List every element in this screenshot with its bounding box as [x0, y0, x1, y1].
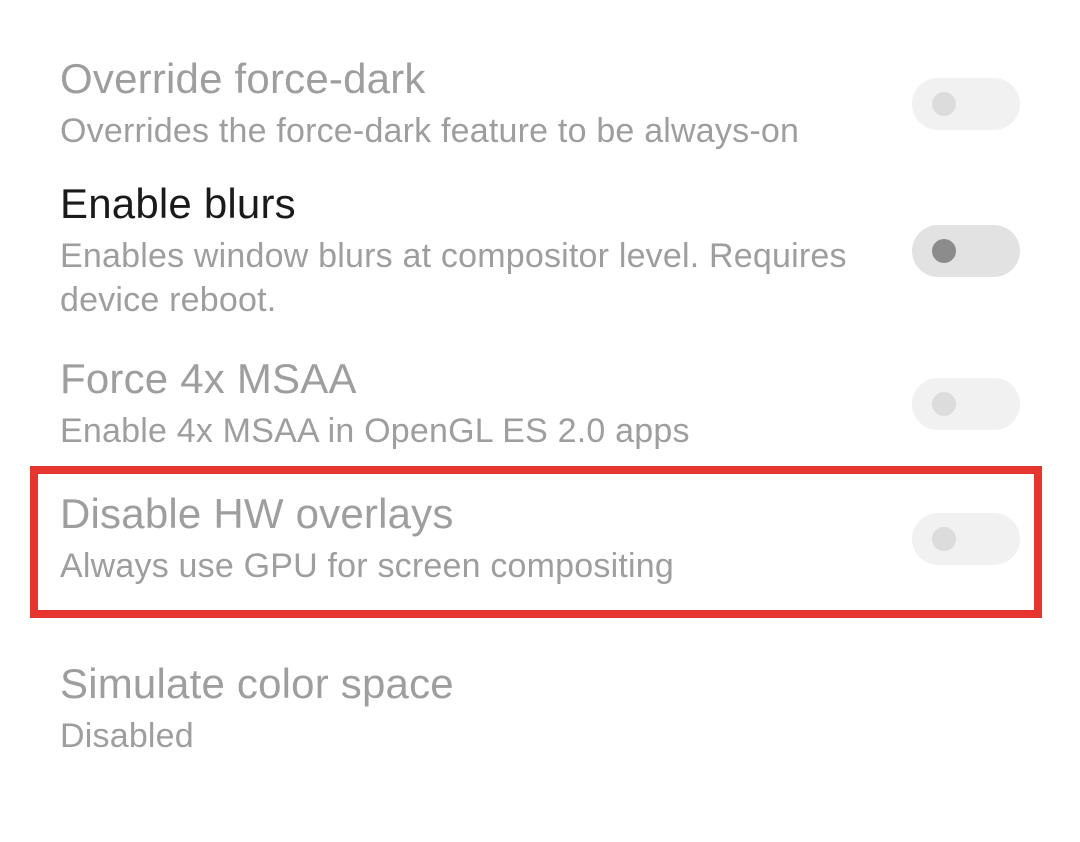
- setting-text: Enable blurs Enables window blurs at com…: [60, 180, 882, 323]
- setting-subtitle: Disabled: [60, 714, 1020, 758]
- toggle-knob: [932, 239, 956, 263]
- setting-title: Enable blurs: [60, 180, 882, 228]
- setting-subtitle: Always use GPU for screen compositing: [60, 544, 882, 588]
- setting-title: Disable HW overlays: [60, 490, 882, 538]
- setting-row-enable-blurs[interactable]: Enable blurs Enables window blurs at com…: [0, 180, 1080, 323]
- toggle-knob: [932, 92, 956, 116]
- toggle-force-4x-msaa[interactable]: [912, 378, 1020, 430]
- setting-row-simulate-color-space[interactable]: Simulate color space Disabled: [0, 660, 1080, 758]
- setting-text: Force 4x MSAA Enable 4x MSAA in OpenGL E…: [60, 355, 882, 453]
- setting-subtitle: Enables window blurs at compositor level…: [60, 234, 882, 322]
- toggle-knob: [932, 392, 956, 416]
- setting-title: Force 4x MSAA: [60, 355, 882, 403]
- toggle-disable-hw-overlays[interactable]: [912, 513, 1020, 565]
- setting-subtitle: Enable 4x MSAA in OpenGL ES 2.0 apps: [60, 409, 882, 453]
- setting-subtitle: Overrides the force-dark feature to be a…: [60, 109, 882, 153]
- setting-row-force-4x-msaa[interactable]: Force 4x MSAA Enable 4x MSAA in OpenGL E…: [0, 355, 1080, 453]
- toggle-knob: [932, 527, 956, 551]
- toggle-override-force-dark[interactable]: [912, 78, 1020, 130]
- setting-text: Disable HW overlays Always use GPU for s…: [60, 490, 882, 588]
- setting-text: Override force-dark Overrides the force-…: [60, 55, 882, 153]
- setting-row-override-force-dark[interactable]: Override force-dark Overrides the force-…: [0, 55, 1080, 153]
- toggle-enable-blurs[interactable]: [912, 225, 1020, 277]
- setting-row-disable-hw-overlays[interactable]: Disable HW overlays Always use GPU for s…: [0, 490, 1080, 588]
- setting-text: Simulate color space Disabled: [60, 660, 1020, 758]
- setting-title: Override force-dark: [60, 55, 882, 103]
- setting-title: Simulate color space: [60, 660, 1020, 708]
